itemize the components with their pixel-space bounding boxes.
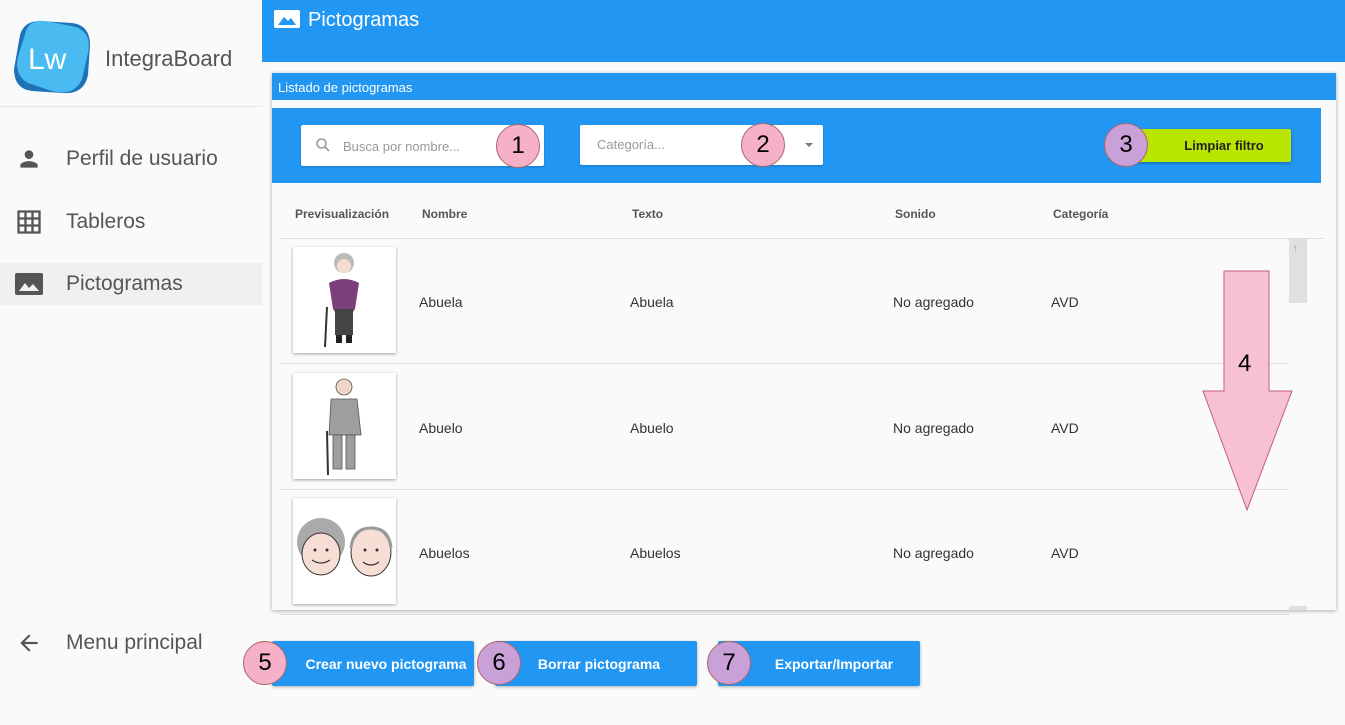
svg-text:Lw: Lw	[28, 43, 67, 76]
column-header-sound: Sonido	[895, 207, 936, 221]
sidebar-item-label: Perfil de usuario	[66, 147, 218, 170]
app-logo: Lw	[14, 20, 90, 94]
cell-category: AVD	[1051, 420, 1079, 436]
cell-name: Abuela	[419, 294, 463, 310]
delete-pictogram-button[interactable]: Borrar pictograma	[495, 641, 697, 686]
sidebar: Lw IntegraBoard Perfil de usuario Tabler…	[0, 0, 262, 725]
back-label: Menu principal	[66, 631, 203, 654]
search-input[interactable]	[343, 135, 493, 157]
table-row[interactable]: Abuelo Abuelo No agregado AVD	[279, 365, 1289, 490]
column-header-text: Texto	[632, 207, 664, 221]
pictogram-preview	[293, 247, 396, 353]
filter-bar: Categoría... Limpiar filtro	[272, 108, 1321, 183]
annotation-label: 4	[1238, 350, 1252, 377]
annotation-marker: 1	[496, 124, 540, 168]
pictogram-preview	[293, 373, 396, 479]
grandmother-pictogram	[324, 253, 359, 348]
sidebar-item-label: Pictogramas	[66, 272, 183, 295]
cell-sound: No agregado	[893, 545, 974, 561]
header-bar: Pictogramas	[262, 0, 1345, 62]
back-to-main-menu[interactable]: Menu principal	[0, 622, 262, 664]
cell-sound: No agregado	[893, 420, 974, 436]
column-header-preview: Previsualización	[295, 207, 390, 221]
image-icon	[274, 10, 300, 28]
cell-category: AVD	[1051, 545, 1079, 561]
sidebar-item-pictogramas[interactable]: Pictogramas	[0, 263, 262, 305]
column-header-name: Nombre	[422, 207, 468, 221]
pictogram-list-panel: Listado de pictogramas Categoría... Limp…	[272, 73, 1336, 615]
page-title: Pictogramas	[308, 9, 420, 31]
cell-category: AVD	[1051, 294, 1079, 310]
create-pictogram-button[interactable]: Crear nuevo pictograma	[272, 641, 474, 686]
sidebar-header: Lw IntegraBoard	[0, 0, 262, 107]
cell-name: Abuelo	[419, 420, 463, 436]
category-placeholder: Categoría...	[597, 137, 665, 152]
cell-name: Abuelos	[419, 545, 470, 561]
table-row[interactable]: Abuela Abuela No agregado AVD	[279, 239, 1289, 364]
table-row[interactable]: Abuelos Abuelos No agregado AVD	[279, 490, 1289, 615]
cell-text: Abuelos	[630, 545, 681, 561]
sidebar-item-perfil[interactable]: Perfil de usuario	[0, 138, 262, 180]
annotation-marker: 2	[741, 123, 785, 167]
panel-title: Listado de pictogramas	[272, 73, 1336, 100]
grid-icon	[14, 207, 44, 237]
sidebar-item-tableros[interactable]: Tableros	[0, 201, 262, 243]
scroll-up-icon[interactable]: ↑	[1293, 243, 1298, 253]
cell-sound: No agregado	[893, 294, 974, 310]
annotation-marker: 7	[707, 641, 751, 685]
app-name: IntegraBoard	[105, 46, 233, 71]
search-icon	[316, 138, 330, 152]
image-icon	[14, 269, 44, 299]
cell-text: Abuela	[630, 294, 674, 310]
column-header-category: Categoría	[1053, 207, 1109, 221]
scroll-down-arrow-annotation	[1202, 270, 1293, 512]
grandparents-pictogram	[297, 518, 393, 577]
annotation-marker: 3	[1104, 123, 1148, 167]
chevron-down-icon	[805, 143, 813, 147]
arrow-left-icon	[14, 628, 44, 658]
scrollbar-bottom	[1289, 606, 1307, 610]
annotation-marker: 6	[477, 641, 521, 685]
annotation-marker: 5	[243, 641, 287, 685]
person-icon	[14, 144, 44, 174]
clear-filter-button[interactable]: Limpiar filtro	[1137, 129, 1291, 162]
grandfather-pictogram	[326, 378, 362, 476]
pictogram-preview	[293, 498, 396, 604]
category-select[interactable]: Categoría...	[580, 125, 823, 165]
sidebar-item-label: Tableros	[66, 210, 146, 233]
cell-text: Abuelo	[630, 420, 674, 436]
